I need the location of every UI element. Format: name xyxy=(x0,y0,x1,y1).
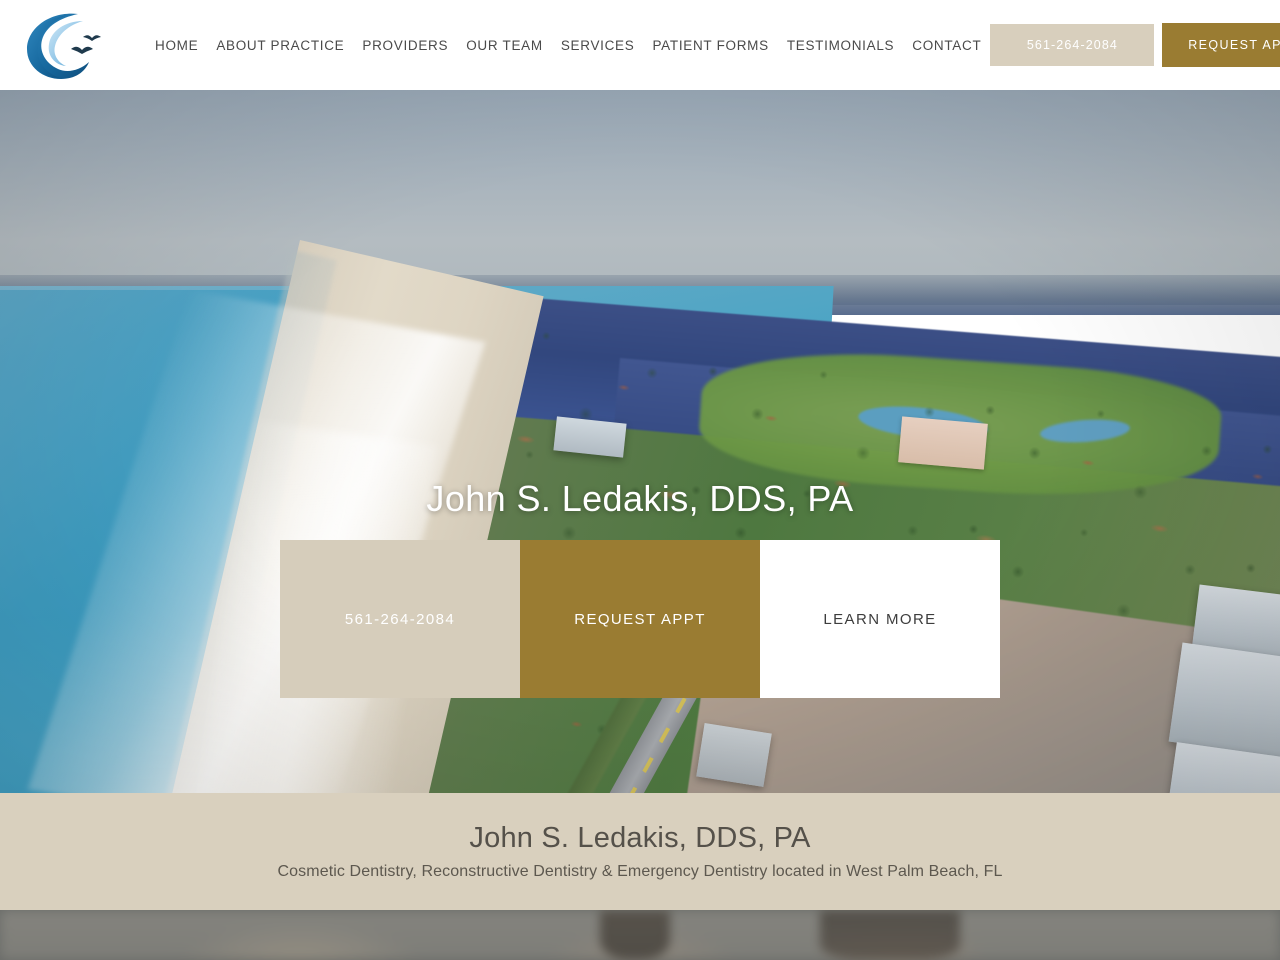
practice-specialties: Cosmetic Dentistry, Reconstructive Denti… xyxy=(277,863,1003,880)
site-header: HOME ABOUT PRACTICE PROVIDERS OUR TEAM S… xyxy=(0,0,1280,90)
header-actions: 561-264-2084 REQUEST APPT xyxy=(990,23,1280,67)
nav-item-contact[interactable]: CONTACT xyxy=(903,32,990,59)
practice-info-band: John S. Ledakis, DDS, PA Cosmetic Dentis… xyxy=(0,793,1280,910)
header-phone-button[interactable]: 561-264-2084 xyxy=(990,24,1155,66)
hero-cta-group: 561-264-2084 REQUEST APPT LEARN MORE xyxy=(280,540,1000,698)
nav-item-testimonials[interactable]: TESTIMONIALS xyxy=(778,32,903,59)
nav-item-about-practice[interactable]: ABOUT PRACTICE xyxy=(207,32,353,59)
wave-birds-logo-icon xyxy=(27,13,101,79)
hero-resort-building xyxy=(898,416,988,470)
hero-condo-building xyxy=(1168,642,1280,758)
hero-cta-phone[interactable]: 561-264-2084 xyxy=(280,540,520,698)
hero-title: John S. Ledakis, DDS, PA xyxy=(426,478,854,519)
practice-name: John S. Ledakis, DDS, PA xyxy=(469,822,811,854)
nav-item-providers[interactable]: PROVIDERS xyxy=(353,32,457,59)
nav-item-our-team[interactable]: OUR TEAM xyxy=(457,32,552,59)
header-request-appt-button[interactable]: REQUEST APPT xyxy=(1162,23,1280,67)
hero-condo-building xyxy=(553,416,627,458)
hero-sky xyxy=(0,90,1280,305)
hero-cta-request-appt[interactable]: REQUEST APPT xyxy=(520,540,760,698)
site-logo[interactable] xyxy=(14,6,124,84)
hero-section: John S. Ledakis, DDS, PA 561-264-2084 RE… xyxy=(0,90,1280,793)
main-navigation: HOME ABOUT PRACTICE PROVIDERS OUR TEAM S… xyxy=(146,32,990,59)
hero-condo-building xyxy=(696,723,772,787)
below-fold-photo-section xyxy=(0,910,1280,960)
nav-item-home[interactable]: HOME xyxy=(146,32,207,59)
below-fold-overlay xyxy=(0,910,1280,960)
nav-item-services[interactable]: SERVICES xyxy=(552,32,644,59)
nav-item-patient-forms[interactable]: PATIENT FORMS xyxy=(643,32,777,59)
hero-cta-learn-more[interactable]: LEARN MORE xyxy=(760,540,1000,698)
